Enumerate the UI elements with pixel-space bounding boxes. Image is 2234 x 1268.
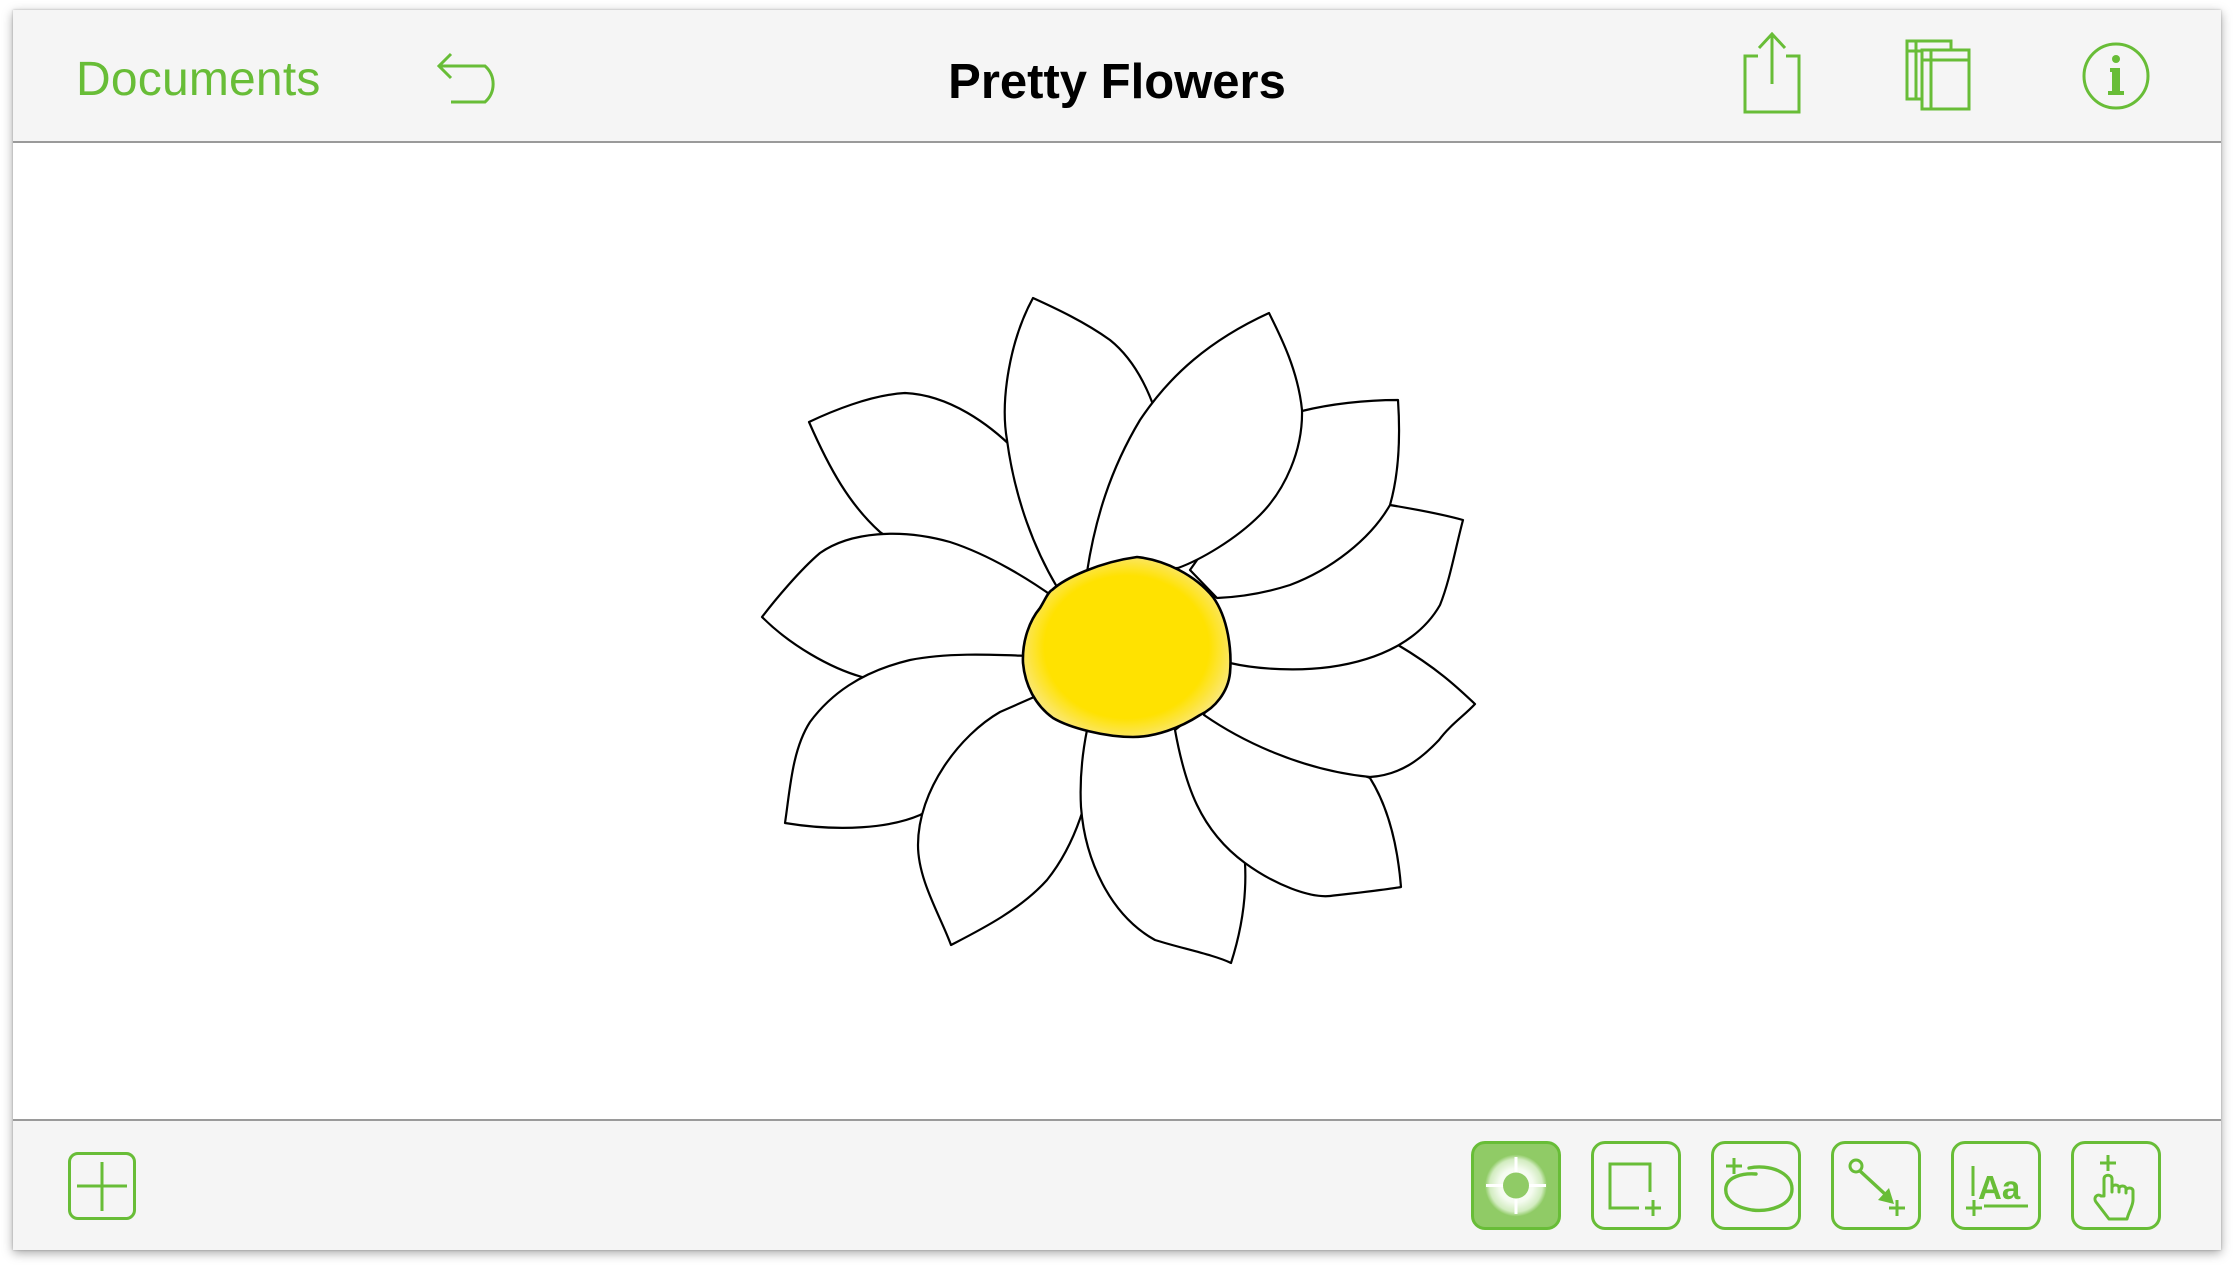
app-window: Documents Pretty Flowers Aa xyxy=(13,10,2221,1250)
line-tool-icon xyxy=(1848,1158,1905,1216)
flower-drawing[interactable] xyxy=(13,10,2221,1250)
freehand-tool-icon xyxy=(1724,1158,1794,1213)
shape-tool-icon xyxy=(1608,1162,1661,1216)
text-tool-button[interactable]: Aa xyxy=(1951,1141,2041,1230)
text-tool-glyph: Aa xyxy=(1978,1169,2021,1206)
drawing-canvas[interactable] xyxy=(13,143,2221,1119)
selection-tool-icon xyxy=(1485,1154,1547,1217)
line-tool-button[interactable] xyxy=(1831,1141,1921,1230)
plus-icon xyxy=(77,1162,127,1211)
point-tool-button[interactable] xyxy=(2071,1141,2161,1230)
add-button[interactable] xyxy=(68,1152,136,1220)
text-tool-icon: Aa xyxy=(1966,1166,2028,1216)
bottom-toolbar: Aa xyxy=(13,1119,2221,1250)
point-tool-icon xyxy=(2093,1155,2135,1221)
selection-tool-button[interactable] xyxy=(1471,1141,1561,1230)
freehand-tool-button[interactable] xyxy=(1711,1141,1801,1230)
shape-tool-button[interactable] xyxy=(1591,1141,1681,1230)
